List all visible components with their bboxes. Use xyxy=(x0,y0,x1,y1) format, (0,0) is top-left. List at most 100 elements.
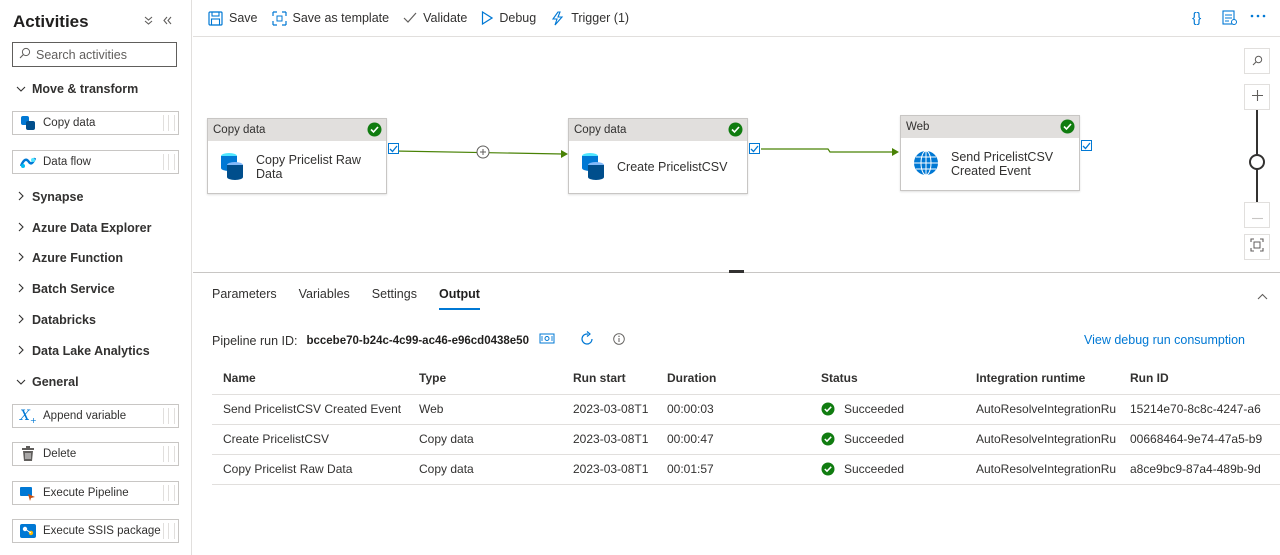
activities-title: Activities xyxy=(13,12,89,31)
column-header-run-start[interactable]: Run start xyxy=(562,363,656,395)
pipeline-toolbar: Save Save as template Validate Debug Tri… xyxy=(193,0,1280,37)
drag-handle[interactable] xyxy=(163,446,175,462)
save-button[interactable]: Save xyxy=(208,6,258,30)
code-view-icon[interactable]: {} xyxy=(1192,9,1201,25)
search-activities-box[interactable] xyxy=(12,42,177,67)
activity-execute-pipeline[interactable]: Execute Pipeline xyxy=(12,481,179,505)
tab-parameters[interactable]: Parameters xyxy=(212,287,277,310)
info-icon[interactable] xyxy=(613,333,625,348)
data-flow-icon xyxy=(19,154,37,170)
drag-handle[interactable] xyxy=(163,408,175,424)
debug-button[interactable]: Debug xyxy=(481,6,536,30)
fit-to-screen-button[interactable] xyxy=(1244,234,1270,260)
cell-type: Copy data xyxy=(408,424,562,455)
category-move-transform[interactable]: Move & transform xyxy=(15,80,138,98)
node-name: Send PricelistCSV xyxy=(951,150,1054,164)
activity-copy-data[interactable]: Copy data xyxy=(12,111,179,135)
globe-icon xyxy=(913,150,939,179)
status-text: Succeeded xyxy=(844,402,905,416)
validate-label: Validate xyxy=(423,11,468,25)
activity-data-flow[interactable]: Data flow xyxy=(12,150,179,174)
output-panel: Parameters Variables Settings Output Pip… xyxy=(193,273,1280,555)
tab-variables[interactable]: Variables xyxy=(299,287,350,310)
cell-run-start: 2023-03-08T1 xyxy=(562,454,656,485)
refresh-icon[interactable] xyxy=(579,331,595,350)
activity-node-create-pricelistcsv[interactable]: Copy data Create PricelistCSV xyxy=(568,118,748,194)
more-options-icon[interactable] xyxy=(1250,14,1266,18)
category-data-lake-analytics[interactable]: Data Lake Analytics xyxy=(15,342,150,360)
category-databricks[interactable]: Databricks xyxy=(15,311,96,329)
search-canvas-button[interactable] xyxy=(1244,48,1270,74)
node-name: Create PricelistCSV xyxy=(617,160,728,174)
drag-handle[interactable] xyxy=(163,115,175,131)
drag-handle[interactable] xyxy=(163,485,175,501)
activity-label: Delete xyxy=(43,448,77,460)
hide-panel-icon[interactable] xyxy=(162,14,173,29)
copy-icon[interactable] xyxy=(539,333,555,348)
success-check-icon xyxy=(821,402,835,416)
zoom-in-button[interactable] xyxy=(1244,84,1270,110)
drag-handle[interactable] xyxy=(163,154,175,170)
save-as-template-button[interactable]: Save as template xyxy=(271,6,389,30)
table-row[interactable]: Create PricelistCSV Copy data 2023-03-08… xyxy=(212,424,1280,455)
column-header-name[interactable]: Name xyxy=(212,363,408,395)
cell-name: Send PricelistCSV Created Event xyxy=(212,394,408,425)
cell-status: Succeeded xyxy=(810,424,965,455)
tab-output[interactable]: Output xyxy=(438,287,480,310)
table-row[interactable]: Send PricelistCSV Created Event Web 2023… xyxy=(212,394,1280,425)
chevron-right-icon xyxy=(15,251,27,265)
category-batch-service[interactable]: Batch Service xyxy=(15,280,115,298)
copy-data-icon xyxy=(581,152,605,183)
category-synapse[interactable]: Synapse xyxy=(15,188,83,206)
zoom-controls xyxy=(1244,48,1270,260)
save-icon xyxy=(208,10,223,26)
trigger-button[interactable]: Trigger (1) xyxy=(550,6,629,30)
panel-tabs: Parameters Variables Settings Output xyxy=(212,287,502,310)
zoom-slider-thumb[interactable] xyxy=(1249,154,1265,170)
table-row[interactable]: Copy Pricelist Raw Data Copy data 2023-0… xyxy=(212,454,1280,485)
column-header-integration-runtime[interactable]: Integration runtime xyxy=(965,363,1119,395)
collapse-all-icon[interactable] xyxy=(143,14,154,29)
output-port-checkbox[interactable] xyxy=(1081,140,1092,151)
pipeline-canvas[interactable]: Copy data Copy Pricelist Raw Data Copy d… xyxy=(193,38,1280,273)
category-label: Databricks xyxy=(32,313,96,327)
collapse-panel-icon[interactable] xyxy=(1257,289,1268,303)
node-name-line2: Data xyxy=(256,167,283,181)
checkmark-icon xyxy=(403,12,417,24)
activity-node-copy-pricelist-raw-data[interactable]: Copy data Copy Pricelist Raw Data xyxy=(207,118,387,194)
cell-run-start: 2023-03-08T1 xyxy=(562,394,656,425)
node-name: Copy Pricelist Raw xyxy=(256,153,361,167)
save-label: Save xyxy=(229,11,258,25)
tab-settings[interactable]: Settings xyxy=(372,287,417,310)
node-type-label: Copy data xyxy=(574,124,627,136)
activity-execute-ssis[interactable]: Execute SSIS package xyxy=(12,519,179,543)
cell-duration: 00:00:03 xyxy=(656,394,810,425)
properties-icon[interactable] xyxy=(1222,10,1238,26)
search-activities-input[interactable] xyxy=(36,47,171,62)
ssis-package-icon xyxy=(19,523,37,539)
success-check-icon xyxy=(367,122,382,140)
output-port-checkbox[interactable] xyxy=(388,143,399,154)
drag-handle[interactable] xyxy=(163,523,175,539)
activity-node-send-pricelistcsv-created-event[interactable]: Web Send PricelistCSV Created Event xyxy=(900,115,1080,191)
category-label: Azure Function xyxy=(32,251,123,265)
chevron-down-icon xyxy=(15,82,27,96)
activity-append-variable[interactable]: X + Append variable xyxy=(12,404,179,428)
view-debug-run-consumption-link[interactable]: View debug run consumption xyxy=(1084,333,1245,347)
validate-button[interactable]: Validate xyxy=(403,6,467,30)
category-general[interactable]: General xyxy=(15,373,79,391)
table-header-row: Name Type Run start Duration Status Inte… xyxy=(212,363,1280,395)
category-azure-data-explorer[interactable]: Azure Data Explorer xyxy=(15,219,151,237)
output-port-checkbox[interactable] xyxy=(749,143,760,154)
category-label: Move & transform xyxy=(32,82,139,96)
column-header-run-id[interactable]: Run ID xyxy=(1119,363,1280,395)
column-header-type[interactable]: Type xyxy=(408,363,562,395)
zoom-slider[interactable] xyxy=(1244,110,1270,202)
status-text: Succeeded xyxy=(844,432,905,446)
column-header-status[interactable]: Status xyxy=(810,363,965,395)
debug-label: Debug xyxy=(499,11,537,25)
activity-delete[interactable]: Delete xyxy=(12,442,179,466)
zoom-out-button[interactable] xyxy=(1244,202,1270,228)
column-header-duration[interactable]: Duration xyxy=(656,363,810,395)
category-azure-function[interactable]: Azure Function xyxy=(15,249,123,267)
